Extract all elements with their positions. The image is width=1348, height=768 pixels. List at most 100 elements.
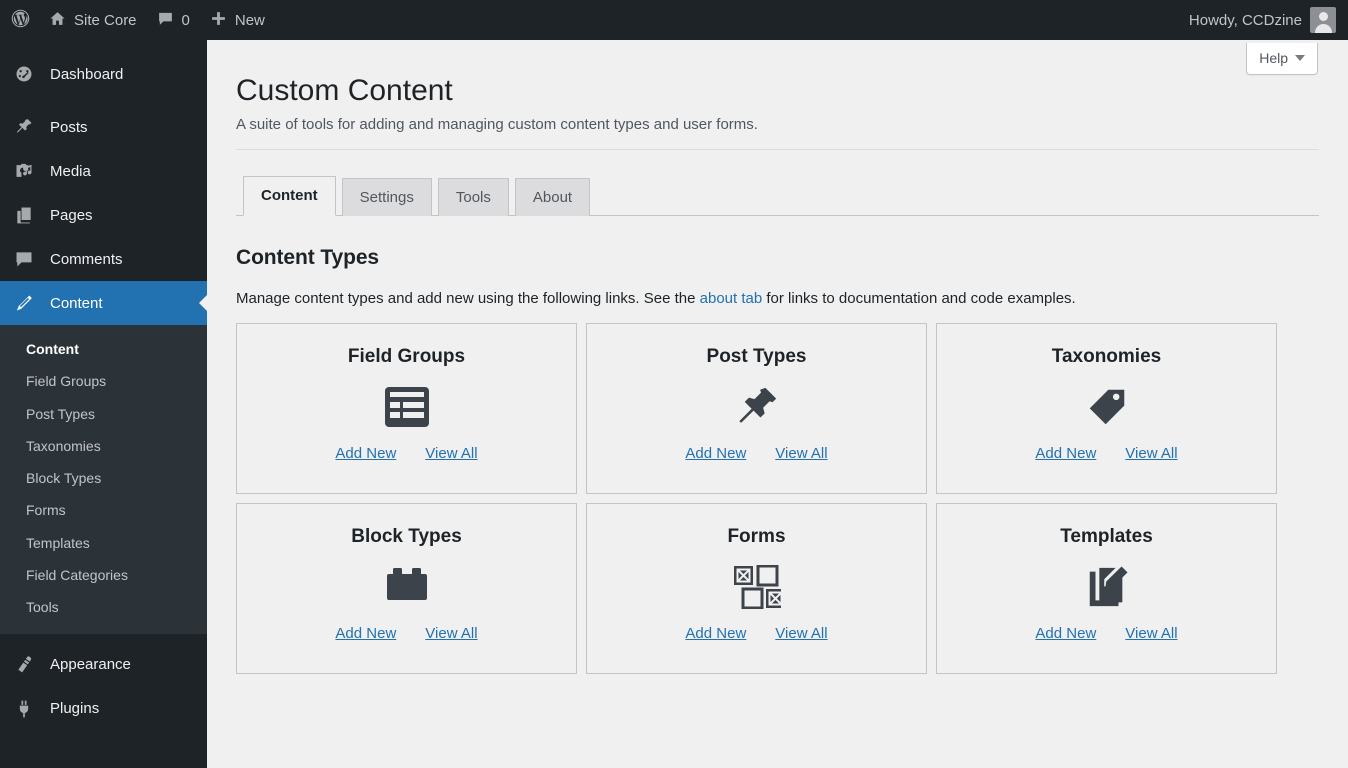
user-avatar-icon <box>1310 7 1336 33</box>
card-title: Post Types <box>706 345 807 367</box>
card-block-types: Block Types Add New View All <box>236 502 577 674</box>
card-title: Field Groups <box>347 345 466 367</box>
card-links: Add New View All <box>335 625 477 642</box>
sidebar-top-spacer <box>0 40 207 52</box>
current-menu-arrow-icon <box>199 295 207 311</box>
sidebar-item-content[interactable]: Content <box>0 281 207 325</box>
card-title: Templates <box>1060 525 1153 547</box>
wordpress-logo-icon <box>10 8 31 33</box>
view-all-link[interactable]: View All <box>1125 625 1177 642</box>
card-links: Add New View All <box>1035 445 1177 462</box>
card-title: Block Types <box>351 525 462 547</box>
page-edit-pencil-icon <box>1084 564 1130 610</box>
sidebar-item-label: Dashboard <box>50 65 124 83</box>
wordpress-logo-button[interactable] <box>0 0 39 40</box>
content-types-grid: Field Groups Add New View All Post Types… <box>236 322 1277 674</box>
sidebar-item-dashboard[interactable]: Dashboard <box>0 52 207 96</box>
sidebar-item-label: Content <box>50 294 103 312</box>
section-description-before: Manage content types and add new using t… <box>236 289 700 307</box>
sidebar-item-pages[interactable]: Pages <box>0 193 207 237</box>
sidebar-item-label: Pages <box>50 206 93 224</box>
sidebar-item-posts[interactable]: Posts <box>0 105 207 149</box>
page-wrap: Custom Content A suite of tools for addi… <box>207 40 1348 674</box>
card-templates: Templates Add New View All <box>936 502 1277 674</box>
pencil-edit-icon <box>14 293 40 313</box>
view-all-link[interactable]: View All <box>1125 445 1177 462</box>
sidebar-separator <box>0 96 207 105</box>
sidebar-item-comments[interactable]: Comments <box>0 237 207 281</box>
paintbrush-icon <box>14 655 40 675</box>
submenu-item-field-groups[interactable]: Field Groups <box>0 365 207 397</box>
add-new-link[interactable]: Add New <box>335 445 396 462</box>
card-title: Forms <box>727 525 786 547</box>
new-content-button[interactable]: New <box>200 0 275 40</box>
plus-icon <box>210 10 227 31</box>
view-all-link[interactable]: View All <box>425 625 477 642</box>
section-description-after: for links to documentation and code exam… <box>762 289 1076 307</box>
view-all-link[interactable]: View All <box>775 625 827 642</box>
sidebar-item-label: Comments <box>50 250 123 268</box>
admin-bar: Site Core 0 New Howdy, CCDzine <box>0 0 1348 40</box>
submenu-item-taxonomies[interactable]: Taxonomies <box>0 430 207 462</box>
new-content-label: New <box>234 11 265 29</box>
my-account-menu[interactable]: Howdy, CCDzine <box>1189 0 1348 40</box>
chevron-down-icon <box>1295 55 1305 61</box>
submenu-item-tools[interactable]: Tools <box>0 591 207 623</box>
tab-tools[interactable]: Tools <box>437 177 509 216</box>
media-camera-music-icon <box>14 161 40 181</box>
dashboard-gauge-icon <box>14 64 40 84</box>
about-tab-link[interactable]: about tab <box>700 290 763 307</box>
sidebar-item-label: Posts <box>50 118 88 136</box>
admin-sidebar-menu: Dashboard Posts Media Pages Comments Con… <box>0 40 207 768</box>
lego-brick-icon <box>385 564 429 610</box>
site-name-button[interactable]: Site Core <box>39 0 147 40</box>
header-divider <box>236 148 1319 150</box>
submenu-item-block-types[interactable]: Block Types <box>0 462 207 494</box>
view-all-link[interactable]: View All <box>775 445 827 462</box>
card-links: Add New View All <box>685 445 827 462</box>
content-submenu: Content Field Groups Post Types Taxonomi… <box>0 325 207 634</box>
card-links: Add New View All <box>685 625 827 642</box>
add-new-link[interactable]: Add New <box>685 445 746 462</box>
tab-settings[interactable]: Settings <box>341 177 432 216</box>
submenu-item-content[interactable]: Content <box>0 333 207 365</box>
sidebar-item-media[interactable]: Media <box>0 149 207 193</box>
sidebar-item-label: Appearance <box>50 656 131 674</box>
main-content-area: Help Custom Content A suite of tools for… <box>207 40 1348 768</box>
checkbox-grid-icon <box>733 564 781 610</box>
help-toggle-button[interactable]: Help <box>1246 43 1318 75</box>
tab-content[interactable]: Content <box>243 175 336 216</box>
add-new-link[interactable]: Add New <box>685 625 746 642</box>
field-group-layout-icon <box>384 384 429 430</box>
section-description: Manage content types and add new using t… <box>236 270 1316 323</box>
tab-about[interactable]: About <box>514 177 591 216</box>
card-taxonomies: Taxonomies Add New View All <box>936 322 1277 494</box>
add-new-link[interactable]: Add New <box>1035 625 1096 642</box>
submenu-item-forms[interactable]: Forms <box>0 494 207 526</box>
pages-stack-icon <box>14 205 40 225</box>
view-all-link[interactable]: View All <box>425 445 477 462</box>
sidebar-item-label: Plugins <box>50 700 100 718</box>
add-new-link[interactable]: Add New <box>335 625 396 642</box>
page-title: Custom Content <box>236 74 453 107</box>
pushpin-icon <box>14 117 40 137</box>
comments-button[interactable]: 0 <box>147 0 200 40</box>
submenu-item-post-types[interactable]: Post Types <box>0 398 207 430</box>
site-name-label: Site Core <box>74 11 137 29</box>
card-links: Add New View All <box>1035 625 1177 642</box>
submenu-item-templates[interactable]: Templates <box>0 527 207 559</box>
card-links: Add New View All <box>335 445 477 462</box>
section-title: Content Types <box>236 245 379 269</box>
card-post-types: Post Types Add New View All <box>586 322 927 494</box>
card-forms: Forms Add New View All <box>586 502 927 674</box>
add-new-link[interactable]: Add New <box>1035 445 1096 462</box>
pushpin-icon <box>734 384 780 430</box>
sidebar-item-plugins[interactable]: Plugins <box>0 687 207 731</box>
tab-navigation: Content Settings Tools About <box>236 175 1319 216</box>
page-description: A suite of tools for adding and managing… <box>236 115 758 133</box>
submenu-item-field-categories[interactable]: Field Categories <box>0 559 207 591</box>
comments-count: 0 <box>181 11 190 29</box>
sidebar-item-appearance[interactable]: Appearance <box>0 643 207 687</box>
help-label: Help <box>1259 50 1288 66</box>
card-field-groups: Field Groups Add New View All <box>236 322 577 494</box>
